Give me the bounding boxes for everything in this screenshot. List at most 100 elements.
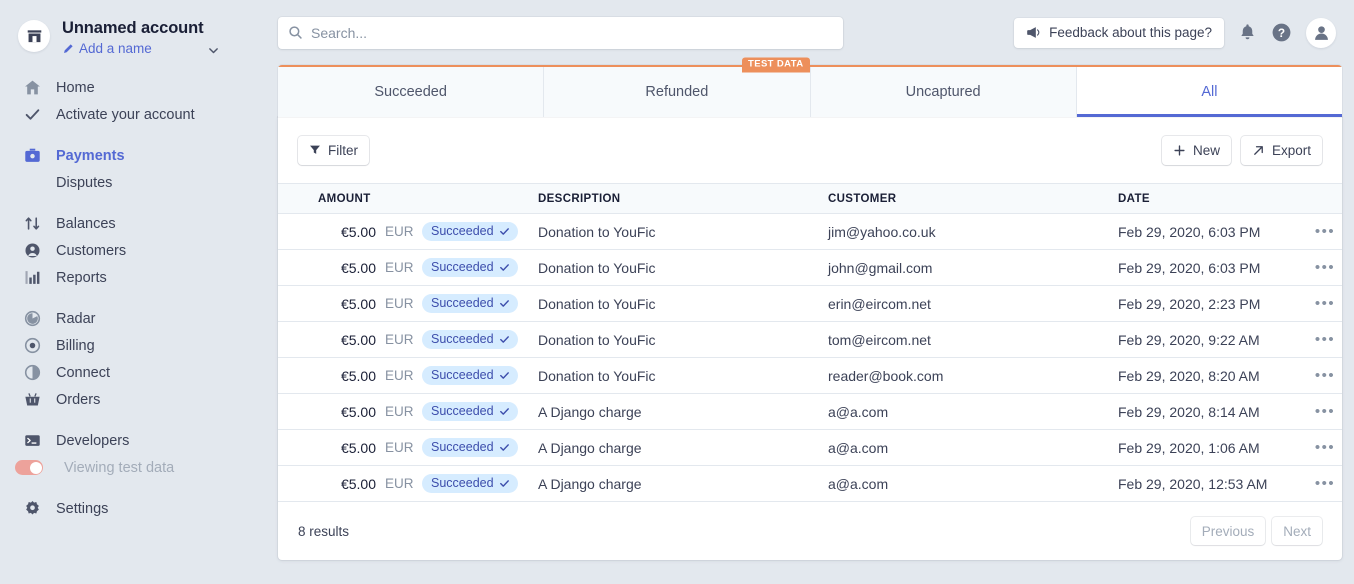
status-badge-label: Succeeded (431, 404, 494, 418)
cell-date: Feb 29, 2020, 8:20 AM (1118, 357, 1308, 394)
ellipsis-icon[interactable]: ••• (1315, 295, 1335, 312)
sidebar-item-home[interactable]: Home (0, 74, 278, 101)
sidebar-item-radar-label: Radar (56, 310, 96, 327)
account-switcher[interactable]: Unnamed account Add a name (0, 14, 278, 56)
cell-amount: €5.00 (278, 465, 376, 502)
table-toolbar: Filter New Export (278, 117, 1342, 183)
sidebar-item-disputes-label: Disputes (56, 174, 113, 191)
store-icon (18, 20, 50, 52)
user-avatar-icon[interactable] (1306, 17, 1336, 48)
search-input[interactable]: Search... (278, 16, 843, 49)
table-row[interactable]: €5.00 EUR Succeeded Donation to YouFic reade… (278, 357, 1342, 394)
column-header-date[interactable]: DATE (1118, 183, 1308, 214)
filter-button[interactable]: Filter (298, 135, 369, 165)
tabs-container: Succeeded Refunded TEST DATA Uncaptured … (278, 57, 1342, 117)
ellipsis-icon[interactable]: ••• (1315, 223, 1335, 240)
payments-card: Filter New Export AMOUNT DESCRIPTION CUS… (278, 117, 1342, 560)
ellipsis-icon[interactable]: ••• (1315, 475, 1335, 492)
new-button[interactable]: New (1161, 135, 1231, 165)
sidebar-item-radar[interactable]: Radar (0, 305, 278, 332)
status-badge: Succeeded (422, 294, 518, 313)
sidebar-item-reports-label: Reports (56, 269, 107, 286)
cell-currency: EUR (376, 357, 422, 394)
tab-uncaptured[interactable]: Uncaptured (810, 67, 1077, 117)
funnel-icon (309, 144, 321, 156)
tab-all[interactable]: All (1076, 67, 1342, 117)
column-header-customer[interactable]: CUSTOMER (828, 183, 1118, 214)
add-a-name-link[interactable]: Add a name (62, 41, 204, 56)
chevron-down-icon[interactable] (207, 44, 220, 57)
pencil-icon (62, 43, 74, 55)
bell-icon[interactable] (1238, 23, 1257, 42)
sidebar-item-connect[interactable]: Connect (0, 359, 278, 386)
tab-refunded[interactable]: Refunded TEST DATA (544, 57, 811, 117)
table-head: AMOUNT DESCRIPTION CUSTOMER DATE (278, 183, 1342, 214)
sidebar-item-settings[interactable]: Settings (0, 495, 278, 522)
sidebar-item-settings-label: Settings (56, 500, 109, 517)
nav-group-products: Radar Billing Connect Orders (0, 305, 278, 413)
sidebar-item-balances[interactable]: Balances (0, 210, 278, 237)
cell-actions: ••• (1308, 357, 1342, 394)
sidebar-item-billing-label: Billing (56, 337, 95, 354)
check-icon (499, 442, 510, 453)
table-row[interactable]: €5.00 EUR Succeeded A Django charge a@a.com F… (278, 465, 1342, 502)
cell-date: Feb 29, 2020, 12:53 AM (1118, 465, 1308, 502)
viewing-test-data-toggle[interactable]: Viewing test data (0, 454, 278, 481)
cell-date: Feb 29, 2020, 8:14 AM (1118, 393, 1308, 430)
help-icon[interactable]: ? (1271, 22, 1292, 43)
toggle-switch-icon (15, 458, 50, 478)
toolbar-right-actions: New Export (1161, 135, 1322, 165)
radar-icon (22, 309, 42, 329)
cell-date: Feb 29, 2020, 6:03 PM (1118, 249, 1308, 286)
megaphone-icon (1026, 26, 1041, 39)
sidebar-item-activate-your-account[interactable]: Activate your account (0, 101, 278, 128)
sidebar-item-orders[interactable]: Orders (0, 386, 278, 413)
sidebar-item-connect-label: Connect (56, 364, 111, 381)
table-row[interactable]: €5.00 EUR Succeeded A Django charge a@a.com F… (278, 393, 1342, 430)
nav-group-developers: Developers Viewing test data (0, 427, 278, 481)
ellipsis-icon[interactable]: ••• (1315, 403, 1335, 420)
stripe-dashboard: Unnamed account Add a name Home Activate… (0, 0, 1354, 584)
sidebar-item-customers[interactable]: Customers (0, 237, 278, 264)
pagination: Previous Next (1190, 517, 1322, 545)
column-header-description[interactable]: DESCRIPTION (538, 183, 828, 214)
status-badge: Succeeded (422, 474, 518, 493)
orders-icon (22, 390, 42, 410)
sidebar-item-billing[interactable]: Billing (0, 332, 278, 359)
ellipsis-icon[interactable]: ••• (1315, 439, 1335, 456)
ellipsis-icon[interactable]: ••• (1315, 259, 1335, 276)
feedback-button[interactable]: Feedback about this page? (1014, 17, 1224, 48)
sidebar-item-reports[interactable]: Reports (0, 264, 278, 291)
tab-uncaptured-label: Uncaptured (905, 84, 981, 100)
cell-actions: ••• (1308, 285, 1342, 322)
cell-status: Succeeded (422, 357, 538, 394)
column-header-amount[interactable]: AMOUNT (278, 183, 538, 214)
sidebar-item-customers-label: Customers (56, 242, 127, 259)
table-row[interactable]: €5.00 EUR Succeeded Donation to YouFic erin@… (278, 285, 1342, 322)
tab-succeeded[interactable]: Succeeded (278, 67, 545, 117)
cell-actions: ••• (1308, 429, 1342, 466)
sidebar-item-developers[interactable]: Developers (0, 427, 278, 454)
sidebar-item-disputes[interactable]: Disputes (0, 169, 278, 196)
cell-currency: EUR (376, 429, 422, 466)
sidebar-nav: Home Activate your account Payments Disp… (0, 74, 278, 522)
status-badge: Succeeded (422, 366, 518, 385)
cell-status: Succeeded (422, 249, 538, 286)
cell-actions: ••• (1308, 213, 1342, 250)
sidebar-item-payments[interactable]: Payments (0, 142, 278, 169)
ellipsis-icon[interactable]: ••• (1315, 367, 1335, 384)
cell-description: A Django charge (538, 429, 828, 466)
cell-date: Feb 29, 2020, 9:22 AM (1118, 321, 1308, 358)
top-bar: Search... Feedback about this page? ? (278, 0, 1354, 65)
export-button[interactable]: Export (1240, 135, 1322, 165)
table-row[interactable]: €5.00 EUR Succeeded Donation to YouFic john@… (278, 249, 1342, 286)
ellipsis-icon[interactable]: ••• (1315, 331, 1335, 348)
table-body: €5.00 EUR Succeeded Donation to YouFic jim@y… (278, 213, 1342, 502)
table-row[interactable]: €5.00 EUR Succeeded A Django charge a@a.com F… (278, 429, 1342, 466)
next-button[interactable]: Next (1272, 517, 1322, 545)
table-row[interactable]: €5.00 EUR Succeeded Donation to YouFic jim@y… (278, 213, 1342, 250)
check-icon (499, 298, 510, 309)
balances-icon (22, 214, 42, 234)
previous-button[interactable]: Previous (1190, 517, 1266, 545)
table-row[interactable]: €5.00 EUR Succeeded Donation to YouFic tom@e… (278, 321, 1342, 358)
